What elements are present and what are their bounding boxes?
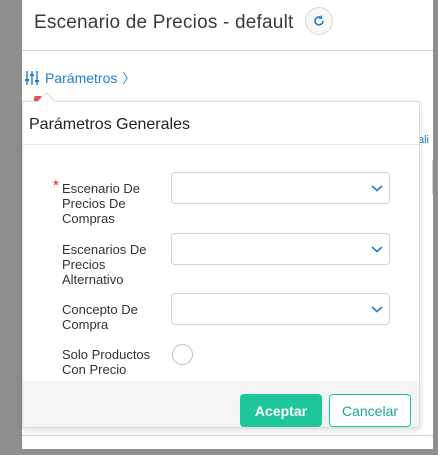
parametros-popover: Parámetros Generales * Escenario De Prec…	[22, 92, 420, 428]
frame-right	[433, 0, 438, 455]
frame-bottom	[0, 449, 438, 455]
solo-productos-radio[interactable]	[172, 344, 193, 365]
field-label-escenarios-alternativo: Escenarios De Precios Alternativo	[62, 242, 147, 287]
escenarios-alternativo-select[interactable]	[171, 233, 390, 265]
chevron-down-icon	[371, 306, 383, 313]
required-marker: *	[53, 177, 59, 194]
parametros-link[interactable]: Parámetros 〉	[24, 68, 135, 87]
page: Escenario de Precios - default Parámetro…	[22, 0, 433, 449]
popover-title-divider	[23, 144, 419, 145]
page-title: Escenario de Precios - default	[34, 12, 294, 33]
escenario-compras-select[interactable]	[171, 172, 390, 204]
chevron-down-icon	[371, 246, 383, 253]
cancel-button[interactable]: Cancelar	[329, 394, 411, 427]
chevron-right-icon: 〉	[122, 71, 136, 86]
refresh-button[interactable]	[305, 7, 333, 35]
sliders-icon	[25, 70, 39, 85]
popover-title: Parámetros Generales	[29, 116, 190, 133]
field-label-concepto-compra: Concepto De Compra	[62, 302, 138, 332]
frame-left	[0, 0, 22, 455]
field-label-solo-productos: Solo Productos Con Precio	[62, 347, 151, 377]
parametros-label: Parámetros	[45, 69, 118, 86]
background-bottom-divider	[22, 435, 433, 436]
chevron-down-icon	[371, 185, 383, 192]
refresh-icon	[314, 15, 324, 26]
header-divider	[22, 50, 433, 51]
accept-button[interactable]: Aceptar	[240, 394, 322, 427]
field-label-escenario-compras: Escenario De Precios De Compras	[62, 181, 141, 226]
popover-footer: Aceptar Cancelar	[23, 381, 419, 427]
background-divider	[432, 160, 433, 194]
concepto-compra-select[interactable]	[171, 293, 390, 325]
